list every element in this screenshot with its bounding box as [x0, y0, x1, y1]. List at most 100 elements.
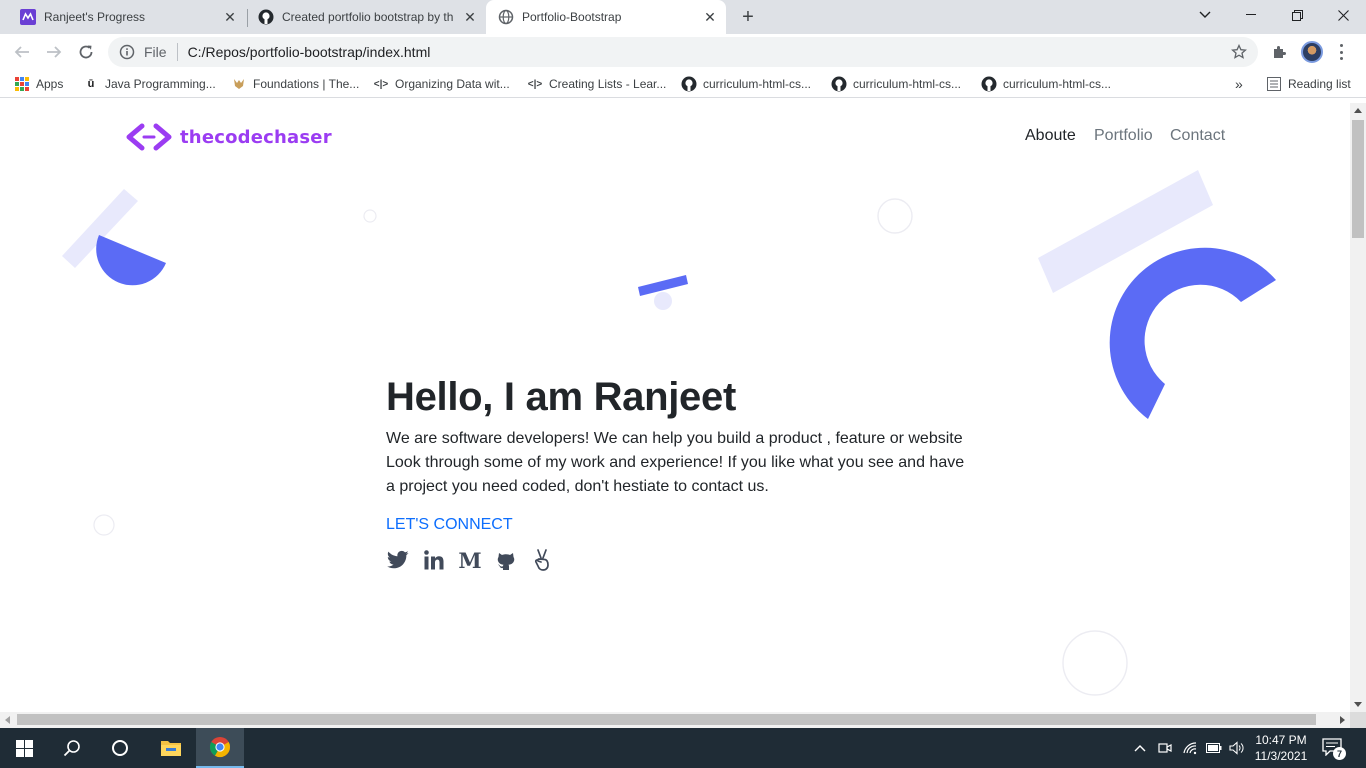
vertical-scrollbar[interactable] — [1350, 103, 1366, 712]
clock-date: 11/3/2021 — [1254, 749, 1308, 763]
browser-titlebar: Ranjeet's Progress ✕ Created portfolio b… — [0, 0, 1366, 34]
scroll-left-arrow-icon[interactable] — [5, 716, 10, 724]
address-bar[interactable]: File C:/Repos/portfolio-bootstrap/index.… — [108, 37, 1258, 67]
bookmark-label: Reading list — [1288, 77, 1351, 91]
url-text[interactable]: C:/Repos/portfolio-bootstrap/index.html — [188, 44, 431, 60]
back-button[interactable] — [10, 40, 34, 64]
scrollbar-thumb[interactable] — [17, 714, 1316, 725]
search-icon — [63, 740, 80, 757]
scroll-up-arrow-icon[interactable] — [1354, 108, 1362, 113]
wifi-icon[interactable] — [1181, 740, 1199, 756]
more-bookmarks-button[interactable]: » — [1235, 75, 1243, 93]
close-window-button[interactable] — [1320, 0, 1366, 30]
bookmark-star-icon[interactable] — [1230, 43, 1248, 61]
browser-menu-icon[interactable] — [1336, 42, 1346, 62]
lets-connect-link[interactable]: LET'S CONNECT — [386, 516, 513, 534]
action-center-button[interactable]: 7 — [1322, 738, 1346, 760]
hero-section: Hello, I am Ranjeet We are software deve… — [386, 373, 976, 573]
system-clock[interactable]: 10:47 PM 11/3/2021 — [1250, 732, 1312, 764]
github-icon — [981, 76, 997, 92]
nav-about[interactable]: Aboute — [1025, 127, 1076, 145]
bookmark-label: Organizing Data wit... — [395, 77, 510, 91]
windows-logo-icon — [15, 739, 33, 757]
bookmark-label: Java Programming... — [105, 77, 216, 91]
code-icon: <|> — [373, 78, 389, 90]
clock-time: 10:47 PM — [1255, 733, 1307, 747]
bookmark-organizing-data[interactable]: <|> Organizing Data wit... — [373, 75, 510, 93]
scroll-down-arrow-icon[interactable] — [1354, 702, 1362, 707]
close-icon[interactable]: ✕ — [702, 9, 718, 25]
bookmark-label: curriculum-html-cs... — [853, 77, 962, 91]
bookmark-curriculum-2[interactable]: curriculum-html-cs... — [831, 75, 961, 93]
battery-icon[interactable] — [1205, 740, 1223, 756]
tab-github-commit[interactable]: Created portfolio bootstrap by th ✕ — [238, 0, 486, 34]
medium-icon[interactable]: M — [458, 548, 482, 573]
social-links: M — [386, 548, 976, 573]
bookmark-curriculum-1[interactable]: curriculum-html-cs... — [681, 75, 811, 93]
github-icon — [681, 76, 697, 92]
nav-portfolio[interactable]: Portfolio — [1094, 127, 1153, 145]
horizontal-scrollbar[interactable] — [0, 712, 1350, 728]
bookmarks-bar: Apps ū Java Programming... Foundations |… — [0, 70, 1366, 98]
file-explorer-button[interactable] — [147, 728, 195, 768]
restore-button[interactable] — [1274, 0, 1320, 30]
info-icon[interactable] — [118, 43, 136, 61]
scrollbar-thumb[interactable] — [1352, 120, 1364, 238]
forward-button[interactable] — [42, 40, 66, 64]
extensions-puzzle-icon[interactable] — [1269, 42, 1289, 62]
decor-ring — [93, 514, 115, 536]
linkedin-icon[interactable] — [422, 548, 446, 572]
page-viewport: thecodechaser Aboute Portfolio Contact H… — [0, 103, 1350, 712]
search-button[interactable] — [48, 728, 96, 768]
start-button[interactable] — [0, 728, 48, 768]
scheme-label: File — [144, 44, 167, 60]
close-icon[interactable]: ✕ — [462, 9, 478, 25]
github-icon — [831, 76, 847, 92]
show-hidden-icons-chevron-icon[interactable] — [1131, 740, 1149, 756]
tab-portfolio-bootstrap[interactable]: Portfolio-Bootstrap ✕ — [486, 0, 726, 34]
decor-arc-right — [1109, 247, 1276, 419]
cortana-button[interactable] — [96, 728, 144, 768]
bookmark-label: Creating Lists - Lear... — [549, 77, 667, 91]
tab-title: Ranjeet's Progress — [44, 10, 146, 24]
decor-ring — [1062, 630, 1128, 696]
bookmark-label: curriculum-html-cs... — [703, 77, 812, 91]
globe-icon — [498, 9, 514, 25]
scroll-right-arrow-icon[interactable] — [1340, 716, 1345, 724]
tab-ranjeets-progress[interactable]: Ranjeet's Progress ✕ — [0, 0, 246, 34]
decor-ring — [877, 198, 913, 234]
minimize-button[interactable] — [1228, 0, 1274, 30]
bookmark-apps[interactable]: Apps — [14, 75, 63, 93]
brand-name: thecodechaser — [180, 126, 332, 148]
decor-dot — [654, 292, 672, 310]
github-icon — [258, 9, 274, 25]
chrome-icon — [209, 737, 231, 758]
windows-taskbar: 10:47 PM 11/3/2021 7 — [0, 728, 1366, 768]
tab-search-chevron-icon[interactable] — [1182, 0, 1228, 30]
bookmark-foundations[interactable]: Foundations | The... — [231, 75, 359, 93]
udemy-icon: ū — [87, 78, 95, 90]
apps-grid-icon — [14, 76, 30, 92]
reload-button[interactable] — [74, 40, 98, 64]
decor-ring — [363, 209, 377, 223]
profile-avatar[interactable] — [1301, 41, 1323, 63]
github-icon[interactable] — [494, 548, 518, 572]
new-tab-button[interactable]: + — [737, 6, 759, 28]
nav-contact[interactable]: Contact — [1170, 127, 1225, 145]
bookmark-label: Foundations | The... — [253, 77, 360, 91]
hero-intro: We are software developers! We can help … — [386, 430, 965, 495]
angellist-icon[interactable] — [530, 548, 554, 572]
bookmark-java-programming[interactable]: ū Java Programming... — [83, 75, 216, 93]
brand-logo[interactable]: thecodechaser — [126, 123, 332, 151]
meet-now-icon[interactable] — [1156, 740, 1174, 756]
volume-icon[interactable] — [1228, 740, 1246, 756]
bookmark-curriculum-3[interactable]: curriculum-html-cs... — [981, 75, 1111, 93]
decor-halfdisc-left — [96, 235, 166, 286]
reading-list-button[interactable]: Reading list — [1266, 75, 1351, 93]
chrome-taskbar-button[interactable] — [196, 728, 244, 768]
twitter-icon[interactable] — [386, 548, 410, 572]
scrollbar-corner — [1350, 712, 1366, 728]
bookmark-label: curriculum-html-cs... — [1003, 77, 1112, 91]
close-icon[interactable]: ✕ — [222, 9, 238, 25]
bookmark-creating-lists[interactable]: <|> Creating Lists - Lear... — [527, 75, 667, 93]
